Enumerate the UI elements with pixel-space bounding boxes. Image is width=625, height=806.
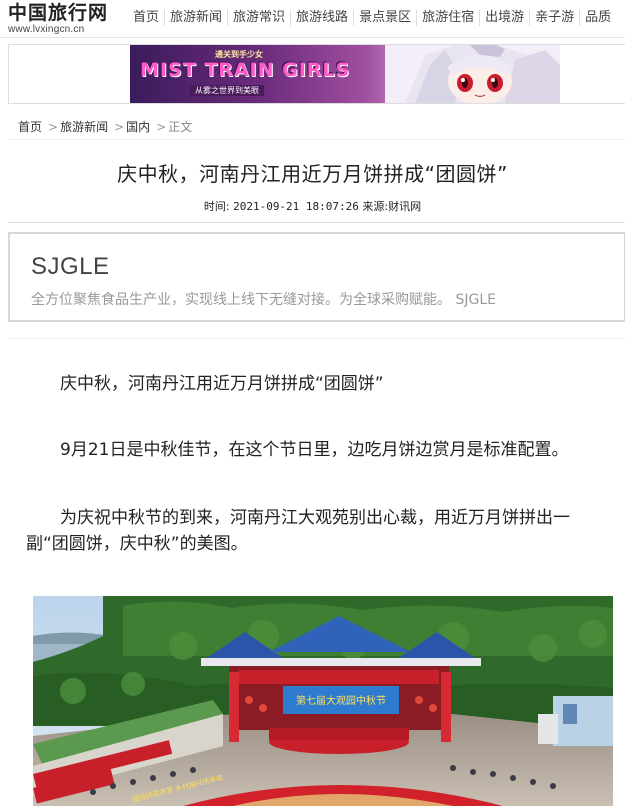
nav-item-travel-news[interactable]: 旅游新闻 (164, 10, 227, 26)
breadcrumb-home[interactable]: 首页 (18, 120, 42, 134)
nav-item-home[interactable]: 首页 (128, 10, 164, 26)
breadcrumb-domestic[interactable]: 国内 (126, 120, 150, 134)
nav-item-family[interactable]: 亲子游 (529, 10, 579, 26)
meta-time-label: 时间: (203, 200, 230, 213)
logo-text: 中国旅行网 (8, 2, 109, 24)
article-meta: 时间: 2021-09-21 18:07:26 来源:财讯网 (0, 198, 625, 214)
article-paragraph: 庆中秋，河南丹江用近万月饼拼成“团圆饼” (60, 374, 384, 394)
nav-item-travel-tips[interactable]: 旅游常识 (227, 10, 290, 26)
chevron-right-icon: > (48, 120, 59, 134)
nav-item-scenic-spots[interactable]: 景点景区 (353, 10, 416, 26)
breadcrumb: 首页 > 旅游新闻 > 国内 > 正文 (8, 116, 625, 140)
banner-ad[interactable]: 通关到手少女 MIST TRAIN GIRLS 从雾之世界到美眼 (130, 45, 560, 103)
logo-url: www.lvxingcn.cn (8, 24, 85, 35)
nav-item-quality[interactable]: 品质 (579, 10, 616, 26)
chevron-right-icon: > (156, 120, 167, 134)
article-title: 庆中秋，河南丹江用近万月饼拼成“团圆饼” (117, 162, 508, 186)
anime-character-illustration (385, 45, 560, 103)
banner-ad-container: 通关到手少女 MIST TRAIN GIRLS 从雾之世界到美眼 (8, 44, 625, 104)
nav-item-travel-routes[interactable]: 旅游线路 (290, 10, 353, 26)
main-nav: 首页 旅游新闻 旅游常识 旅游线路 景点景区 旅游住宿 出境游 亲子游 品质 (128, 10, 616, 26)
site-header: 中国旅行网 www.lvxingcn.cn 首页 旅游新闻 旅游常识 旅游线路 … (0, 0, 625, 38)
ad-title[interactable]: SJGLE (31, 253, 110, 281)
text-ad-box[interactable]: SJGLE 全方位聚焦食品生产业，实现线上线下无缝对接。为全球采购赋能。 SJG… (8, 232, 625, 322)
nav-item-lodging[interactable]: 旅游住宿 (416, 10, 479, 26)
divider (8, 222, 625, 223)
chevron-right-icon: > (114, 120, 125, 134)
meta-source-label: 来源: (362, 200, 389, 213)
breadcrumb-current: 正文 (168, 120, 193, 134)
stage-banner-text: 第七届大观园中秋节 (296, 694, 386, 707)
site-logo[interactable]: 中国旅行网 www.lvxingcn.cn (8, 2, 126, 36)
nav-item-outbound[interactable]: 出境游 (479, 10, 529, 26)
breadcrumb-travel-news[interactable]: 旅游新闻 (60, 120, 108, 134)
meta-time: 2021-09-21 18:07:26 (233, 200, 359, 213)
article-paragraph: 为庆祝中秋节的到来，河南丹江大观苑别出心裁，用近万月饼拼出一副“团圆饼，庆中秋”… (26, 508, 570, 554)
banner-subtitle: 从雾之世界到美眼 (190, 85, 264, 96)
festival-stage-photo: 第七届大观园中秋节 团月好花齐赏 乡村振兴庆丰收 (33, 596, 613, 806)
divider (8, 338, 625, 339)
article-paragraph: 9月21日是中秋佳节，在这个节日里，边吃月饼边赏月是标准配置。 (60, 440, 569, 460)
banner-title: MIST TRAIN GIRLS (140, 59, 351, 81)
ad-description: 全方位聚焦食品生产业，实现线上线下无缝对接。为全球采购赋能。 SJGLE (31, 292, 496, 308)
article-photo: 第七届大观园中秋节 团月好花齐赏 乡村振兴庆丰收 (33, 596, 613, 806)
meta-source: 财讯网 (388, 200, 422, 213)
